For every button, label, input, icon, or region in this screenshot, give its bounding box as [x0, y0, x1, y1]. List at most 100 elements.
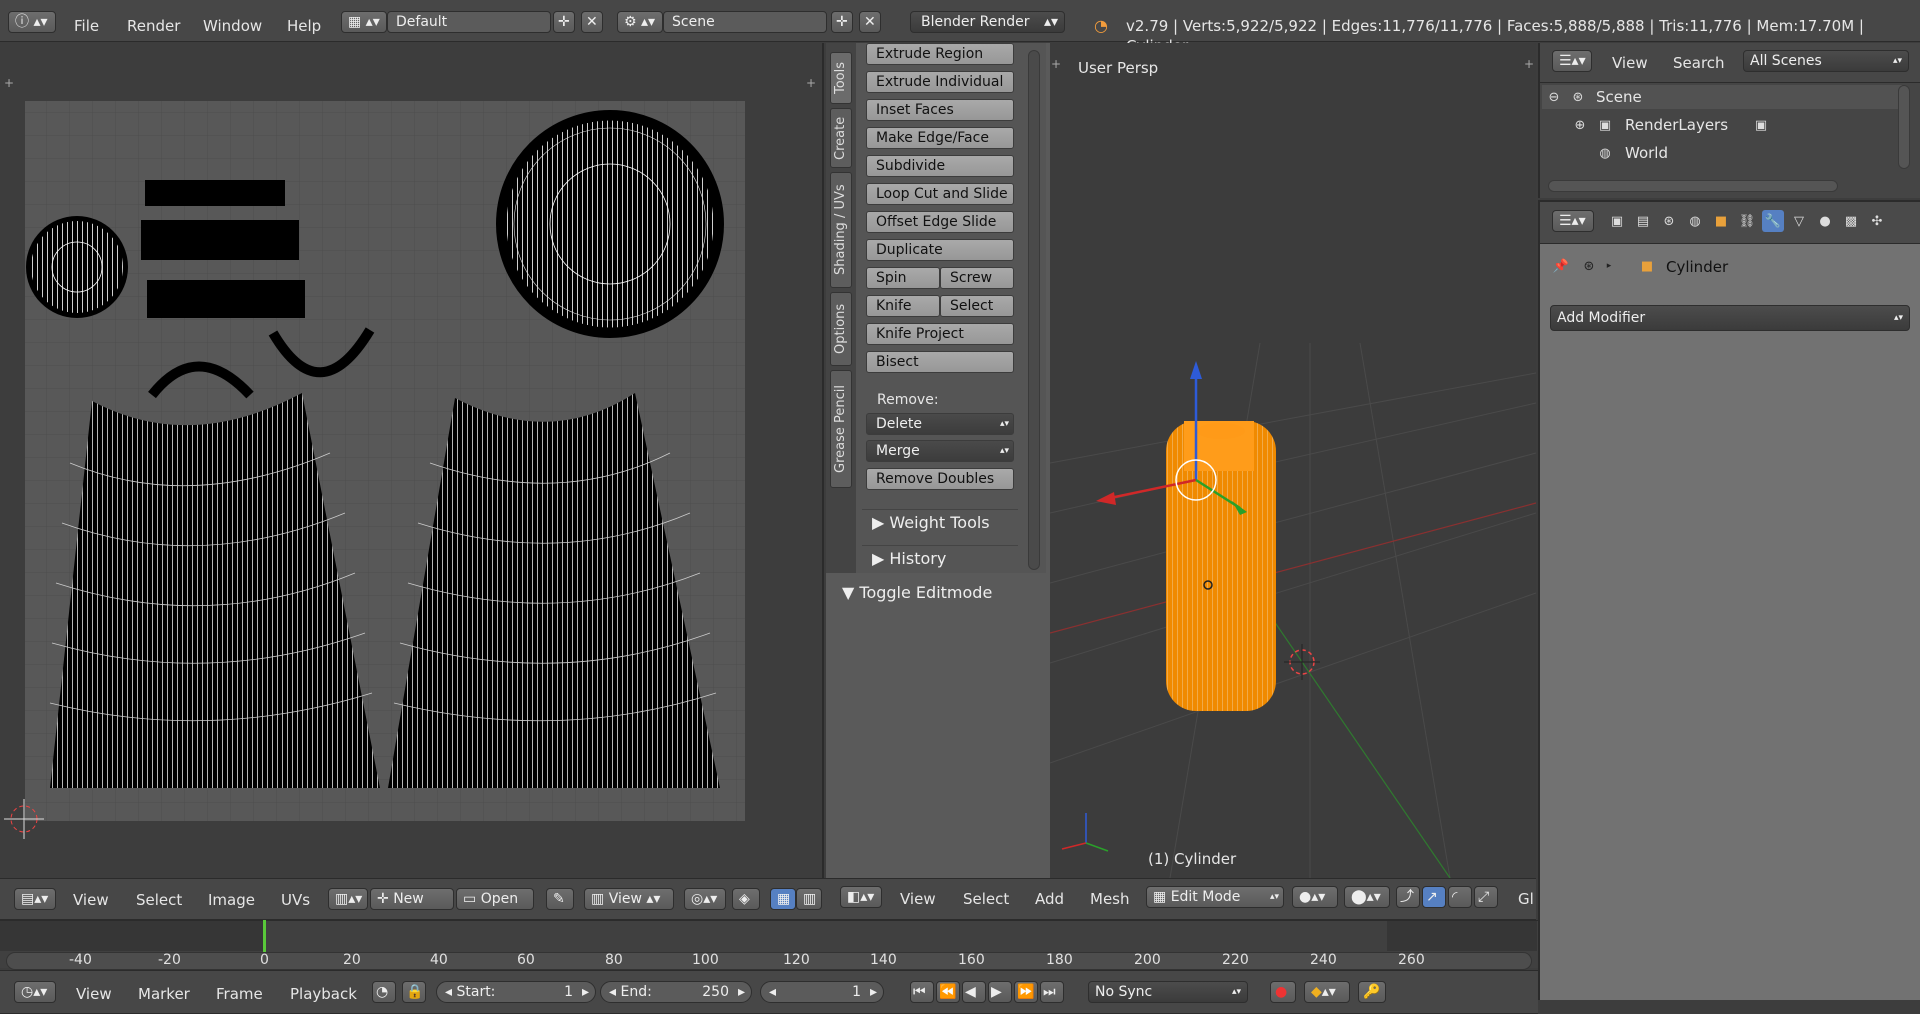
tool-screw[interactable]: Screw — [940, 267, 1014, 289]
uv-menu-uvs[interactable]: UVs — [281, 890, 310, 910]
sync-mode-dropdown[interactable]: No Sync ▴▾ — [1088, 981, 1248, 1003]
timeline-editor-type-button[interactable]: ◷▴▾ — [14, 981, 56, 1003]
render-layer-options-icon[interactable]: ▣ — [1752, 116, 1770, 134]
weight-tools-panel-header[interactable]: ▶ Weight Tools — [862, 509, 1018, 535]
scene-selector[interactable]: ⚙ ▴▾ — [617, 11, 663, 33]
menu-help[interactable]: Help — [287, 16, 321, 36]
jump-to-next-keyframe-button[interactable]: ⏩ — [1014, 981, 1038, 1003]
history-panel-header[interactable]: ▶ History — [862, 545, 1018, 571]
lock-time-cursor-toggle[interactable]: 🔒 — [402, 981, 426, 1003]
outliner-item-scene[interactable]: Scene — [1596, 87, 1642, 107]
open-image-button[interactable]: ▭ Open — [456, 888, 534, 910]
tool-remove-doubles[interactable]: Remove Doubles — [866, 468, 1014, 490]
data-tab-icon[interactable]: ▽ — [1788, 210, 1810, 232]
merge-dropdown[interactable]: Merge ▴▾ — [866, 440, 1014, 462]
uv-select-edge-button[interactable]: ▥ — [796, 888, 822, 910]
timeline-current-frame-indicator[interactable] — [263, 920, 266, 952]
collapse-toggle-icon[interactable]: ⊖ — [1546, 88, 1562, 106]
uv-menu-image[interactable]: Image — [208, 890, 255, 910]
preview-range-toggle[interactable]: ◔ — [372, 981, 396, 1003]
render-engine-dropdown[interactable]: Blender Render ▴▾ — [910, 11, 1065, 33]
remove-scene-button[interactable]: ✕ — [859, 11, 881, 33]
manipulator-toggle-button[interactable]: ⤴ — [1396, 886, 1420, 908]
outliner-item-world[interactable]: World — [1625, 143, 1668, 163]
tool-shelf-scrollbar[interactable] — [1028, 50, 1040, 570]
delete-dropdown[interactable]: Delete ▴▾ — [866, 413, 1014, 435]
tool-knife-project[interactable]: Knife Project — [866, 323, 1014, 345]
tool-knife[interactable]: Knife — [866, 295, 940, 317]
viewport-menu-select[interactable]: Select — [963, 889, 1009, 909]
constraints-tab-icon[interactable]: ⛓ — [1736, 210, 1758, 232]
tool-bisect[interactable]: Bisect — [866, 351, 1014, 373]
timeline-menu-view[interactable]: View — [76, 984, 112, 1004]
add-scene-button[interactable]: ✛ — [831, 11, 853, 33]
auto-keying-button[interactable]: ● — [1270, 981, 1296, 1003]
info-editor-type-button[interactable]: ⓘ ▴▾ — [8, 11, 56, 33]
scene-name-field[interactable]: Scene — [663, 11, 827, 33]
tool-extrude-individual[interactable]: Extrude Individual — [866, 71, 1014, 93]
world-tab-icon[interactable]: ◍ — [1684, 210, 1706, 232]
texture-tab-icon[interactable]: ▩ — [1840, 210, 1862, 232]
outliner-menu-search[interactable]: Search — [1673, 53, 1725, 73]
tab-shading-uvs[interactable]: Shading / UVs — [830, 172, 852, 288]
outliner-filter-dropdown[interactable]: All Scenes ▴▾ — [1743, 50, 1909, 72]
object-tab-icon[interactable]: ■ — [1710, 210, 1732, 232]
tool-subdivide[interactable]: Subdivide — [866, 155, 1014, 177]
jump-to-end-button[interactable]: ⏭ — [1040, 981, 1064, 1003]
current-frame-field[interactable]: ◂ 1 ▸ — [760, 981, 884, 1003]
viewport-menu-mesh[interactable]: Mesh — [1090, 889, 1130, 909]
render-tab-icon[interactable]: ▣ — [1606, 210, 1628, 232]
keyframe-insert-button[interactable]: 🔑 — [1358, 981, 1386, 1003]
menu-file[interactable]: File — [74, 16, 99, 36]
tool-make-edge-face[interactable]: Make Edge/Face — [866, 127, 1014, 149]
image-browse-button[interactable]: ▥▴▾ — [328, 888, 368, 910]
manipulator-scale-button[interactable]: ⤢ — [1474, 886, 1498, 908]
menu-window[interactable]: Window — [203, 16, 262, 36]
uv-view-mode-dropdown[interactable]: ▥ View ▴▾ — [584, 888, 674, 910]
new-image-button[interactable]: ✛ New — [370, 888, 454, 910]
interaction-mode-dropdown[interactable]: ▦ Edit Mode ▴▾ — [1146, 886, 1284, 908]
tool-inset-faces[interactable]: Inset Faces — [866, 99, 1014, 121]
timeline-menu-frame[interactable]: Frame — [216, 984, 263, 1004]
timeline-menu-playback[interactable]: Playback — [290, 984, 357, 1004]
modifiers-tab-icon[interactable]: 🔧 — [1762, 210, 1784, 232]
pivot-selector[interactable]: ◎▴▾ — [684, 888, 726, 910]
viewport-menu-view[interactable]: View — [900, 889, 936, 909]
uv-menu-view[interactable]: View — [73, 890, 109, 910]
tool-duplicate[interactable]: Duplicate — [866, 239, 1014, 261]
render-layers-tab-icon[interactable]: ▤ — [1632, 210, 1654, 232]
play-button[interactable]: ▶ — [988, 981, 1012, 1003]
add-modifier-dropdown[interactable]: Add Modifier ▴▾ — [1550, 305, 1910, 331]
outliner-editor-type-button[interactable]: ☰▴▾ — [1552, 50, 1592, 72]
add-layout-button[interactable]: ✛ — [553, 11, 575, 33]
tool-loop-cut-and-slide[interactable]: Loop Cut and Slide — [866, 183, 1014, 205]
tab-create[interactable]: Create — [830, 108, 852, 168]
tool-knife-select[interactable]: Select — [940, 295, 1014, 317]
uv-canvas[interactable]: + + — [0, 43, 824, 878]
layout-name-field[interactable]: Default — [387, 11, 551, 33]
tool-extrude-region[interactable]: Extrude Region — [866, 43, 1014, 65]
tool-spin[interactable]: Spin — [866, 267, 940, 289]
toggle-editmode-panel-header[interactable]: ▼ Toggle Editmode — [842, 580, 1042, 606]
outliner-menu-view[interactable]: View — [1612, 53, 1648, 73]
uv-select-vertex-button[interactable]: ▦ — [770, 888, 796, 910]
outliner-horizontal-scrollbar[interactable] — [1548, 180, 1838, 192]
pin-icon[interactable]: 📌 — [1552, 256, 1570, 276]
tool-offset-edge-slide[interactable]: Offset Edge Slide — [866, 211, 1014, 233]
pivot-point-dropdown[interactable]: ⬤▴▾ — [1344, 886, 1390, 908]
uv-editor-type-button[interactable]: ▤▴▾ — [14, 888, 56, 910]
remove-layout-button[interactable]: ✕ — [581, 11, 603, 33]
layout-selector[interactable]: ▦ ▴▾ — [341, 11, 387, 33]
timeline-menu-marker[interactable]: Marker — [138, 984, 190, 1004]
outliner-vertical-scrollbar[interactable] — [1898, 85, 1910, 169]
menu-render[interactable]: Render — [127, 16, 180, 36]
particles-tab-icon[interactable]: ✣ — [1866, 210, 1888, 232]
keying-set-dropdown[interactable]: ◆▴▾ — [1304, 981, 1350, 1003]
uv-menu-select[interactable]: Select — [136, 890, 182, 910]
properties-editor-type-button[interactable]: ☰▴▾ — [1552, 210, 1594, 232]
material-tab-icon[interactable]: ● — [1814, 210, 1836, 232]
expand-toggle-icon[interactable]: ⊕ — [1572, 116, 1588, 134]
tab-options[interactable]: Options — [830, 292, 852, 366]
pin-image-button[interactable]: ✎ — [546, 888, 574, 910]
end-frame-field[interactable]: ◂ End: 250 ▸ — [600, 981, 752, 1003]
